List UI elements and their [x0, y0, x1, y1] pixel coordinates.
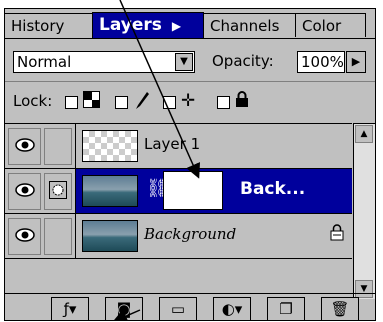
palette-tabs: History Layers ▶ Channels Color — [5, 9, 375, 39]
opacity-input[interactable]: 100% — [297, 51, 345, 73]
mask-icon — [49, 180, 67, 203]
layer-row[interactable]: ⛓ Back... — [5, 169, 352, 214]
triangle-right-icon[interactable]: ▶ — [172, 19, 181, 33]
layer-thumbnail — [82, 130, 138, 162]
layer-style-icon: ƒ▾ — [63, 300, 77, 318]
adjustment-layer-button[interactable]: ◐▾ — [213, 297, 251, 321]
adjustment-icon: ◐▾ — [221, 300, 243, 318]
tab-history[interactable]: History — [5, 13, 93, 37]
lock-label: Lock: — [13, 92, 53, 110]
eye-icon — [14, 137, 35, 156]
visibility-toggle[interactable] — [8, 128, 41, 165]
new-set-button[interactable]: ▭ — [159, 297, 197, 321]
divider — [5, 81, 375, 82]
lock-row: Lock: ✛ — [5, 83, 375, 121]
eye-icon — [14, 182, 35, 201]
visibility-toggle[interactable] — [8, 218, 41, 255]
lock-all-checkbox[interactable] — [217, 96, 230, 109]
layer-name-area[interactable]: Layer 1 — [75, 124, 352, 168]
link-cell[interactable] — [44, 218, 72, 255]
layer-name: Layer 1 — [144, 135, 201, 153]
blend-mode-select[interactable]: Normal ▼ — [13, 51, 195, 73]
padlock-icon — [330, 224, 344, 246]
tab-channels[interactable]: Channels — [204, 13, 296, 37]
lock-position-checkbox[interactable] — [163, 96, 176, 109]
eye-icon — [14, 227, 35, 246]
layer-row[interactable]: Background — [5, 214, 352, 259]
layer-mask-thumbnail[interactable] — [163, 171, 223, 210]
lock-image-checkbox[interactable] — [115, 96, 128, 109]
layers-toolbar: ƒ▾ ◙ ▭ ◐▾ ❐ 🗑 — [5, 293, 375, 322]
blend-mode-value: Normal — [17, 53, 72, 71]
folder-icon: ▭ — [170, 300, 186, 318]
link-cell[interactable] — [44, 128, 72, 165]
new-layer-button[interactable]: ❐ — [267, 297, 305, 321]
layer-thumbnail — [82, 220, 138, 252]
opacity-label: Opacity: — [212, 52, 274, 70]
opacity-slider-arrow-icon[interactable]: ▶ — [346, 51, 366, 73]
add-mask-button[interactable]: ◙ — [105, 297, 143, 321]
layer-style-button[interactable]: ƒ▾ — [51, 297, 89, 321]
layers-scrollbar[interactable]: ▲ ▼ — [353, 123, 375, 299]
visibility-toggle[interactable] — [8, 173, 41, 210]
layers-list: Layer 1 ⛓ Back... Background — [5, 123, 352, 274]
layer-thumbnail — [82, 175, 138, 207]
blend-row: Normal ▼ Opacity: 100% ▶ — [5, 39, 375, 81]
chevron-down-icon[interactable]: ▼ — [175, 53, 193, 71]
lock-transparency-checkbox[interactable] — [65, 96, 78, 109]
tab-layers[interactable]: Layers ▶ — [92, 12, 204, 39]
mask-icon: ◙ — [116, 300, 132, 318]
transparency-icon — [83, 91, 100, 113]
tab-color[interactable]: Color — [296, 13, 366, 37]
mask-edit-cell[interactable] — [44, 173, 72, 210]
layers-palette: History Layers ▶ Channels Color Normal ▼ … — [4, 8, 376, 321]
layer-name-area[interactable]: ⛓ Back... — [75, 169, 352, 213]
scroll-up-icon[interactable]: ▲ — [355, 125, 373, 143]
padlock-icon — [235, 91, 249, 113]
layer-name-area[interactable]: Background — [75, 214, 352, 258]
trash-icon: 🗑 — [330, 300, 350, 318]
layer-row[interactable]: Layer 1 — [5, 124, 352, 169]
move-icon: ✛ — [181, 91, 196, 111]
layer-name: Back... — [240, 179, 306, 199]
brush-icon — [133, 91, 150, 116]
delete-layer-button[interactable]: 🗑 — [321, 297, 359, 321]
layer-name: Background — [144, 225, 237, 243]
new-layer-icon: ❐ — [279, 300, 293, 318]
